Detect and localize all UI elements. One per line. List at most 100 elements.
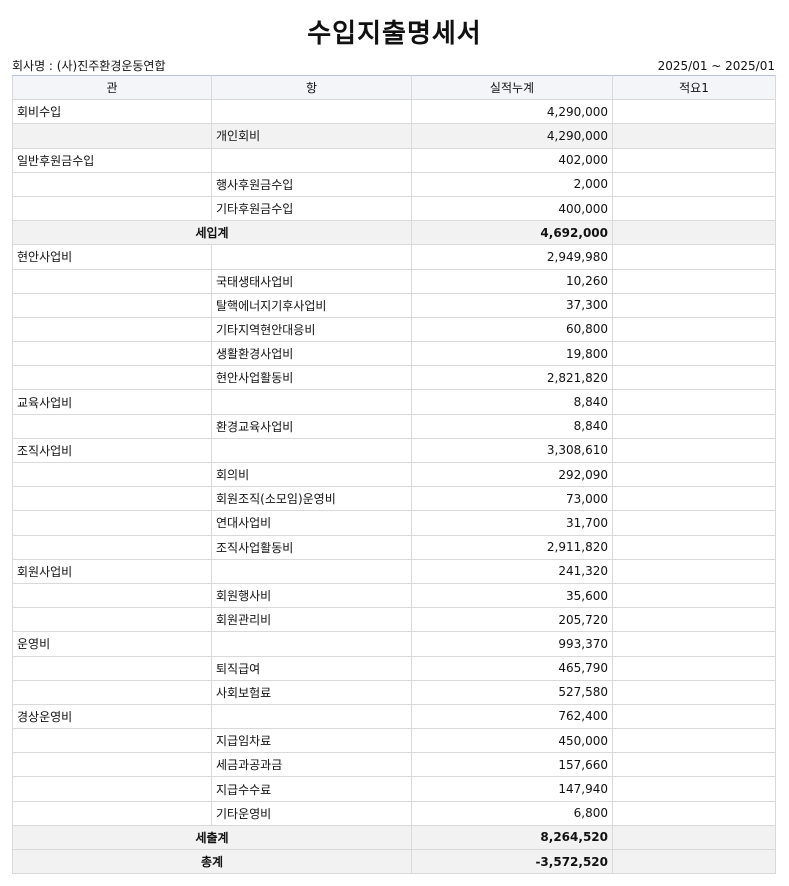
note-cell — [612, 437, 776, 464]
gwan-cell — [12, 268, 212, 294]
gwan-cell — [12, 582, 212, 609]
total-label: 총계 — [12, 848, 412, 875]
total-row: 세출계 8,264,520 — [12, 824, 776, 851]
amount-cell: 4,290,000 — [411, 99, 613, 125]
note-cell — [612, 534, 776, 560]
gwan-row: 현안사업비 2,949,980 — [12, 244, 776, 270]
gwan-row: 일반후원금수입 402,000 — [12, 147, 776, 173]
total-label: 세입계 — [12, 220, 412, 246]
hang-row: 개인회비 4,290,000 — [12, 123, 776, 149]
gwan-cell — [12, 341, 212, 367]
gwan-cell — [12, 752, 212, 778]
note-cell — [612, 607, 776, 633]
hang-cell: 회원관리비 — [211, 607, 412, 633]
total-row: 세입계 4,692,000 — [12, 220, 776, 246]
amount-cell: 19,800 — [411, 341, 613, 367]
note-cell — [612, 244, 776, 270]
note-cell — [612, 341, 776, 367]
hang-cell: 퇴직급여 — [211, 655, 412, 681]
amount-cell: 3,308,610 — [411, 437, 613, 464]
note-cell — [612, 703, 776, 730]
note-cell — [612, 365, 776, 391]
gwan-cell — [12, 461, 212, 488]
table-header: 관 항 실적누계 적요1 — [12, 74, 776, 101]
hang-cell: 환경교육사업비 — [211, 413, 412, 439]
hang-cell: 생활환경사업비 — [211, 341, 412, 367]
hang-cell: 지급수수료 — [211, 776, 412, 802]
gwan-cell — [12, 413, 212, 439]
hang-row: 퇴직급여 465,790 — [12, 655, 776, 681]
hang-row: 회원조직(소모임)운영비 73,000 — [12, 486, 776, 512]
report-period: 2025/01 ~ 2025/01 — [657, 59, 775, 73]
note-cell — [612, 171, 776, 197]
gwan-cell: 교육사업비 — [12, 389, 212, 415]
amount-cell: 4,290,000 — [411, 123, 613, 149]
column-header-gwan: 관 — [12, 74, 212, 101]
amount-cell: 450,000 — [411, 728, 613, 754]
report-meta: 회사명 : (사)진주환경운동연합 2025/01 ~ 2025/01 — [0, 57, 789, 75]
table-body: 회비수입 4,290,000 개인회비 4,290,000 일반후원금수입 402,000… — [12, 99, 776, 875]
gwan-row: 회비수입 4,290,000 — [12, 99, 776, 125]
hang-cell: 회원조직(소모임)운영비 — [211, 486, 412, 512]
hang-cell: 회원행사비 — [211, 582, 412, 609]
hang-row: 연대사업비 31,700 — [12, 510, 776, 536]
gwan-cell — [12, 776, 212, 802]
amount-cell: 35,600 — [411, 582, 613, 609]
note-cell — [612, 776, 776, 802]
note-cell — [612, 510, 776, 536]
gwan-cell — [12, 123, 212, 149]
hang-cell — [211, 703, 412, 730]
gwan-row: 교육사업비 8,840 — [12, 389, 776, 415]
gwan-row: 회원사업비 241,320 — [12, 558, 776, 584]
hang-cell — [211, 389, 412, 415]
gwan-cell — [12, 365, 212, 391]
amount-cell: 8,840 — [411, 413, 613, 439]
hang-row: 국태생태사업비 10,260 — [12, 268, 776, 294]
note-cell — [612, 316, 776, 343]
note-cell — [612, 486, 776, 512]
gwan-cell — [12, 728, 212, 754]
hang-cell: 행사후원금수입 — [211, 171, 412, 197]
note-cell — [612, 800, 776, 826]
amount-cell: 31,700 — [411, 510, 613, 536]
column-header-hang: 항 — [211, 74, 412, 101]
amount-cell: 157,660 — [411, 752, 613, 778]
hang-cell: 탈핵에너지기후사업비 — [211, 292, 412, 318]
hang-cell: 세금과공과금 — [211, 752, 412, 778]
hang-cell: 기타후원금수입 — [211, 195, 412, 222]
gwan-cell: 현안사업비 — [12, 244, 212, 270]
amount-cell: 8,840 — [411, 389, 613, 415]
hang-cell: 지급임차료 — [211, 728, 412, 754]
amount-cell: 73,000 — [411, 486, 613, 512]
amount-cell: 527,580 — [411, 679, 613, 705]
amount-cell: 2,821,820 — [411, 365, 613, 391]
gwan-cell — [12, 607, 212, 633]
note-cell — [612, 752, 776, 778]
gwan-cell — [12, 655, 212, 681]
hang-cell: 회의비 — [211, 461, 412, 488]
hang-row: 회의비 292,090 — [12, 461, 776, 488]
hang-row: 지급수수료 147,940 — [12, 776, 776, 802]
gwan-cell: 일반후원금수입 — [12, 147, 212, 173]
hang-cell: 기타운영비 — [211, 800, 412, 826]
gwan-cell — [12, 679, 212, 705]
gwan-cell — [12, 292, 212, 318]
amount-cell: 2,949,980 — [411, 244, 613, 270]
hang-cell — [211, 631, 412, 657]
note-cell — [612, 195, 776, 222]
total-amount: -3,572,520 — [411, 848, 613, 875]
note-cell — [612, 147, 776, 173]
statement-table: 관 항 실적누계 적요1 회비수입 4,290,000 개인회비 4,290,000 일… — [12, 74, 776, 875]
page-title: 수입지출명세서 — [307, 19, 482, 49]
note-cell — [612, 220, 776, 246]
hang-cell — [211, 437, 412, 464]
amount-cell: 993,370 — [411, 631, 613, 657]
hang-cell — [211, 147, 412, 173]
hang-row: 기타지역현안대응비 60,800 — [12, 316, 776, 343]
note-cell — [612, 123, 776, 149]
note-cell — [612, 558, 776, 584]
gwan-cell — [12, 510, 212, 536]
gwan-cell — [12, 171, 212, 197]
gwan-row: 운영비 993,370 — [12, 631, 776, 657]
amount-cell: 10,260 — [411, 268, 613, 294]
